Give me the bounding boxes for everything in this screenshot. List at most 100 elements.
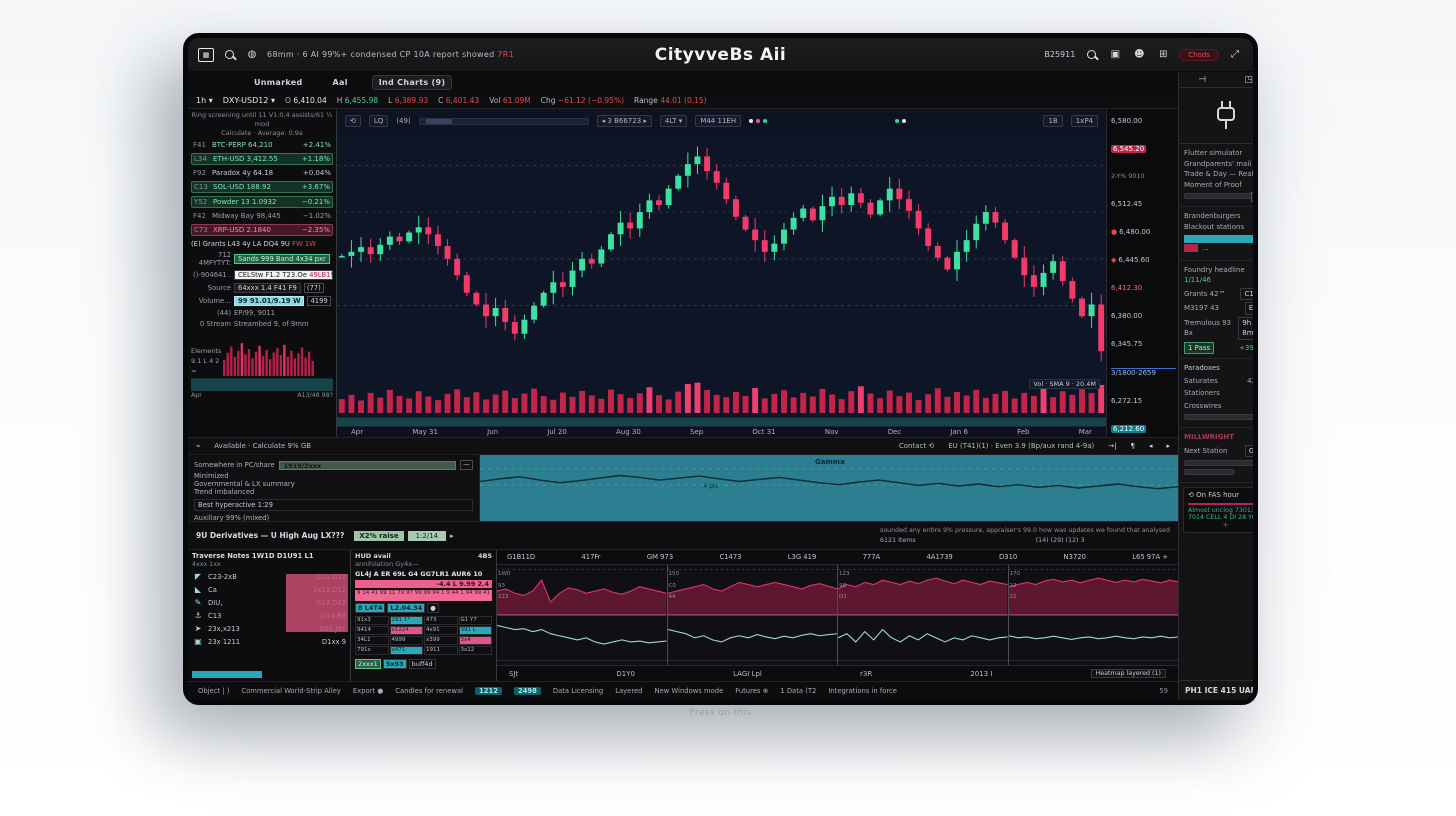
book-grid-cell[interactable]: 1911	[424, 646, 458, 655]
watchlist-row[interactable]: Y52Powder 13 1.0932−0.21%	[191, 196, 333, 208]
book-grid-cell[interactable]: 34L1	[355, 636, 389, 645]
mini-chart[interactable]: 150C044	[668, 565, 839, 665]
status-item[interactable]: New Windows mode	[655, 687, 724, 695]
book-grid-cell[interactable]: G1 Y7	[459, 616, 493, 625]
tab-ind-charts[interactable]: Ind Charts (9)	[372, 75, 453, 90]
next-icon[interactable]: ▸	[1166, 442, 1170, 450]
fas-title[interactable]: ⟲ On FAS hour	[1188, 491, 1239, 499]
status-item[interactable]: Commercial World-Strip Alley	[241, 687, 341, 695]
collapse-icon[interactable]: ⌃	[1257, 491, 1258, 499]
expand-arrow-icon[interactable]: ▸	[450, 532, 454, 540]
status-item[interactable]: Integrations in force	[828, 687, 897, 695]
zoom-slider[interactable]	[419, 118, 589, 125]
book-grid-cell[interactable]: x1224	[390, 626, 424, 635]
book-grid-cell[interactable]: 391 L	[459, 626, 493, 635]
footer-label: PH1 ICE 415 UAF	[1185, 686, 1256, 695]
book-grid-cell[interactable]: 4x91	[424, 626, 458, 635]
book-grid-cell[interactable]: 4999	[390, 636, 424, 645]
sidebar-section-headline: Foundry headline 1/11/46 Grants 42™C14C …	[1179, 261, 1258, 360]
object-tool[interactable]: Object | )	[198, 687, 229, 695]
zoom-slider-knob[interactable]	[426, 119, 452, 124]
book-grid[interactable]: 91x3291 1*473G1 Y7 9414x12244x91391 L 34L1…	[355, 616, 492, 655]
book-grid-cell[interactable]: 9414	[355, 626, 389, 635]
indicator-dropdown[interactable]: M44 11EH	[695, 115, 741, 127]
mini-chart[interactable]: 12398D1	[838, 565, 1009, 665]
pass-badge[interactable]: 1 Pass	[1184, 342, 1214, 355]
tab-unmarked[interactable]: Unmarked	[248, 76, 309, 89]
app-logo-icon[interactable]: ▦	[198, 48, 214, 62]
layout-icon[interactable]: ◳	[1244, 75, 1253, 85]
price-axis[interactable]: 6,580.00 6,545.20 2-Y% 9010 6,512.45 ●6,…	[1106, 109, 1178, 437]
assistant-icon[interactable]: ◍	[244, 48, 260, 62]
source-input[interactable]: 64xxx 1.4 F41 F9	[234, 283, 301, 293]
heatmap-toggle[interactable]: Heatmap layered (1)	[1091, 669, 1166, 678]
book-grid-cell[interactable]: 291 1*	[390, 616, 424, 625]
mini-chart[interactable]: 1701222	[1009, 565, 1179, 665]
lq-button[interactable]: LQ	[369, 115, 388, 127]
mini-btn-1xp4[interactable]: 1xP4	[1071, 115, 1098, 127]
symbol-dropdown[interactable]: DXY-USD12 ▾	[223, 96, 275, 105]
candlestick-pane[interactable]	[337, 133, 1106, 377]
strip-input[interactable]: X2% raise 1:2/14 ▸	[354, 531, 453, 541]
status-item[interactable]: Candles for renewal	[395, 687, 463, 695]
expand-icon[interactable]: ⤢	[1227, 48, 1243, 62]
book-cell-teal[interactable]: 8 L4T4	[355, 603, 385, 613]
progress-input[interactable]: 1919/2xxx	[279, 461, 457, 470]
mini-charts-xaxis: SJtD1Y0LAGI Lplr3R2013 I Heatmap layered…	[497, 665, 1178, 681]
book-grid-cell[interactable]: 3x12	[459, 646, 493, 655]
status-item[interactable]: 1 Data (T2	[780, 687, 816, 695]
analytics-header: ⌁ Available · Calculate 9% GB Contact ⟲ …	[188, 438, 1178, 455]
type-dropdown[interactable]: 4LT ▾	[660, 115, 687, 127]
analytics-boxed-row[interactable]: Best hyperactive 1:29	[194, 499, 473, 511]
search-icon[interactable]	[221, 48, 237, 62]
watchlist-tooltip-row: ()-904641 .CELStw F1.2 T23.Oe 49LB19 93 …	[191, 270, 333, 280]
candlestick-chart[interactable]	[337, 133, 1106, 373]
watchlist-row[interactable]: F41BTC-PERP 64,210+2.41%	[191, 140, 333, 150]
status-item[interactable]: Data Licensing	[553, 687, 603, 695]
watchlist-row[interactable]: F42Midway Bay 98,445−1.02%	[191, 211, 333, 221]
order-book-panel: HUD avail4B5 annihilation Gy4x— GL4J A E…	[351, 550, 497, 681]
status-item[interactable]: Layered	[615, 687, 642, 695]
pilcrow-icon[interactable]: ¶	[1131, 442, 1135, 450]
watchlist-row[interactable]: F92Paradox 4y 64.18+0.04%	[191, 168, 333, 178]
book-grid-cell[interactable]: x471	[390, 646, 424, 655]
status-badge[interactable]: Chods	[1179, 49, 1219, 61]
grid-icon[interactable]: ⊞	[1155, 48, 1171, 62]
volume-pane[interactable]: Vol · SMA 9 · 20.4M	[337, 377, 1106, 417]
raise-chip[interactable]: X2% raise	[354, 531, 403, 541]
volume-input[interactable]: 99 91.01/9.19 W	[234, 296, 304, 306]
watchlist-green-chip[interactable]: Sands 999 Band 4x34 pxr	[234, 254, 330, 264]
watchlist-row[interactable]: L34ETH-USD 3,412.55+1.18%	[191, 153, 333, 165]
mini-btn-1b[interactable]: 1B	[1043, 115, 1062, 127]
undo-button[interactable]: ⟲	[345, 115, 361, 127]
tab-aal[interactable]: Aal	[327, 76, 354, 89]
book-green-badge[interactable]: 2xxx1	[355, 659, 381, 669]
book-grid-cell[interactable]: x399	[424, 636, 458, 645]
dock-icon[interactable]: ⊣	[1198, 75, 1206, 85]
add-icon[interactable]: +	[1188, 521, 1258, 529]
sidebar-progress[interactable]: 110	[1184, 193, 1258, 199]
contact-label[interactable]: Contact ⟲	[899, 442, 934, 450]
teal-area-chart[interactable]: Gamma 4 pts	[480, 455, 1178, 521]
book-grid-cell[interactable]: 791x	[355, 646, 389, 655]
search-icon-right[interactable]	[1083, 48, 1099, 62]
titlebar-search-text[interactable]: 68mm · 6 AI 99%+ condensed CP 10A report…	[267, 50, 514, 59]
book-grid-cell[interactable]: 473	[424, 616, 458, 625]
interval-dropdown[interactable]: 1h ▾	[196, 96, 213, 105]
table-row[interactable]: ▣23x 1211D1xx 9	[192, 635, 346, 648]
monitor-icon[interactable]: ▣	[1107, 48, 1123, 62]
book-grid-cell[interactable]: 3x4	[459, 636, 493, 645]
book-grid-cell[interactable]: 91x3	[355, 616, 389, 625]
skip-icon[interactable]: →|	[1108, 442, 1116, 450]
stream-row: 0 StreamStreambed 9, of 9mm	[191, 320, 333, 328]
export-button[interactable]: Export ●	[353, 687, 383, 695]
watchlist-row[interactable]: C73XRP-USD 2.1840−2.35%	[191, 224, 333, 236]
analytics-right-label: EU (T41)(1) · Even 3.9 (Bp/aux rand 4-9a…	[948, 442, 1094, 450]
status-item[interactable]: Futures ⊕	[735, 687, 768, 695]
user-icon[interactable]: ☻	[1131, 48, 1147, 62]
prev-icon[interactable]: ◂	[1149, 442, 1153, 450]
series-dropdown[interactable]: ◂ 3 B66723 ▸	[597, 115, 652, 127]
watchlist-row[interactable]: C13SOL-USD 188.92+3.67%	[191, 181, 333, 193]
mini-chart[interactable]: 1W093223	[497, 565, 668, 665]
book-cell-teal[interactable]: L2.04.34	[387, 603, 425, 613]
